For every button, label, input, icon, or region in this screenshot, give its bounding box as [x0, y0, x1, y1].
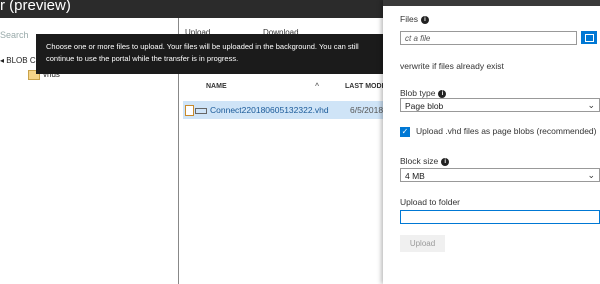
blob-type-select[interactable]: Page blob ⌄	[400, 98, 600, 112]
file-icon	[185, 105, 194, 116]
chevron-down-icon: ⌄	[587, 170, 595, 180]
browse-folder-icon[interactable]	[581, 31, 597, 44]
table-row[interactable]: Connect220180605132322.vhd 6/5/2018,	[183, 101, 386, 119]
disk-icon	[195, 108, 207, 114]
upload-vhd-checkbox[interactable]: ✓ Upload .vhd files as page blobs (recomm…	[400, 126, 597, 137]
block-size-value: 4 MB	[405, 171, 425, 181]
tree-item-blob-containers[interactable]: ◂ BLOB C	[0, 56, 36, 65]
files-label-text: Files	[400, 14, 418, 24]
block-size-label-text: Block size	[400, 156, 439, 166]
tree-item-label: BLOB C	[6, 56, 36, 65]
upload-panel: Files i ct a file verwrite if files alrea…	[383, 0, 600, 284]
blob-type-label: Blob type i	[400, 88, 447, 98]
checkmark-icon[interactable]: ✓	[400, 126, 410, 137]
blob-type-label-text: Blob type	[400, 88, 436, 98]
upload-vhd-label: Upload .vhd files as page blobs (recomme…	[416, 126, 597, 136]
info-icon[interactable]: i	[438, 89, 447, 98]
overwrite-checkbox-label[interactable]: verwrite if files already exist	[400, 61, 504, 71]
file-name[interactable]: Connect220180605132322.vhd	[210, 105, 329, 115]
tooltip-line-2: continue to use the portal while the tra…	[46, 54, 239, 63]
sort-icon[interactable]: ^	[315, 83, 319, 90]
tooltip-line-1: Choose one or more files to upload. Your…	[46, 42, 359, 51]
page-title: r (preview)	[0, 0, 71, 14]
upload-folder-label: Upload to folder	[400, 197, 461, 207]
column-header-name[interactable]: NAME	[206, 83, 227, 90]
files-label: Files i	[400, 14, 429, 24]
block-size-select[interactable]: 4 MB ⌄	[400, 168, 600, 182]
file-date: 6/5/2018,	[350, 105, 386, 115]
upload-button[interactable]: Upload	[400, 235, 445, 252]
upload-folder-input[interactable]	[400, 210, 600, 224]
table-header: NAME ^ LAST MODIFIE	[179, 80, 394, 94]
info-icon[interactable]: i	[420, 15, 429, 24]
upload-tooltip: Choose one or more files to upload. Your…	[36, 34, 390, 74]
chevron-down-icon: ⌄	[587, 100, 595, 110]
block-size-label: Block size i	[400, 156, 450, 166]
info-icon[interactable]: i	[441, 157, 450, 166]
panel-header-strip	[383, 0, 600, 6]
blob-type-value: Page blob	[405, 101, 444, 111]
file-picker-input[interactable]: ct a file	[400, 31, 577, 45]
